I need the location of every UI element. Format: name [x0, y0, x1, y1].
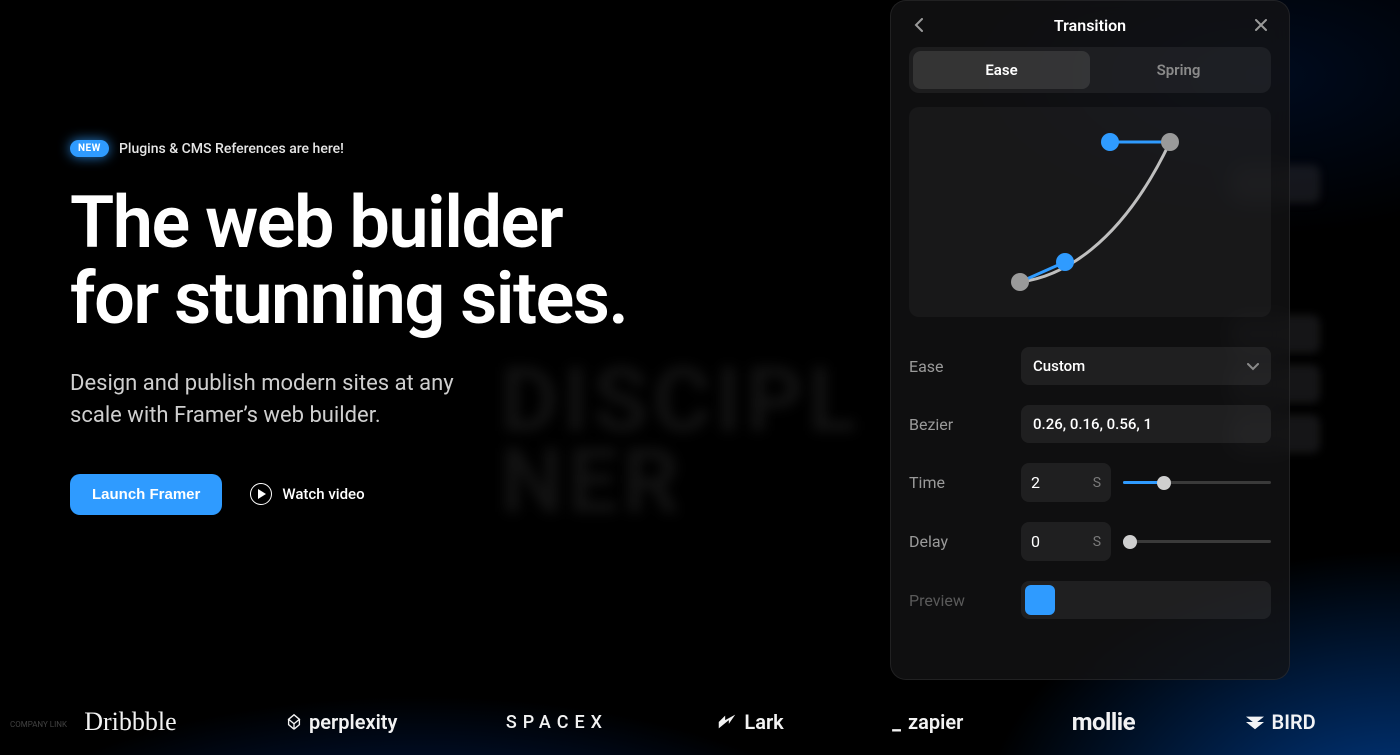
logo-bird: BIRD: [1244, 710, 1316, 734]
headline-line-1: The web builder: [70, 185, 830, 261]
perplexity-icon: [285, 713, 303, 731]
ease-label: Ease: [909, 357, 1009, 376]
logo-perplexity-text: perplexity: [309, 710, 397, 734]
launch-button[interactable]: Launch Framer: [70, 474, 222, 515]
back-icon[interactable]: [909, 15, 929, 35]
delay-unit: S: [1093, 534, 1101, 550]
logo-mollie: mollie: [1072, 708, 1135, 736]
delay-label: Delay: [909, 532, 1009, 551]
chevron-down-icon: [1247, 357, 1259, 375]
hero-section: NEW Plugins & CMS References are here! T…: [70, 140, 830, 515]
logo-perplexity: perplexity: [285, 710, 397, 734]
logo-lark-text: Lark: [744, 710, 783, 734]
logo-dribbble: Dribbble: [84, 707, 176, 737]
preview-chip: [1025, 585, 1055, 615]
ease-field-row: Ease Custom: [909, 337, 1271, 395]
hero-headline: The web builder for stunning sites.: [70, 185, 830, 336]
logo-lark: Lark: [716, 710, 783, 734]
watch-video-label: Watch video: [282, 485, 364, 503]
lark-icon: [716, 711, 738, 733]
time-field-row: Time 2 S: [909, 453, 1271, 512]
time-input[interactable]: 2 S: [1021, 463, 1111, 502]
new-badge: NEW: [70, 140, 109, 157]
bezier-input[interactable]: 0.26, 0.16, 0.56, 1: [1021, 405, 1271, 443]
watch-video-button[interactable]: Watch video: [250, 483, 364, 505]
delay-value: 0: [1031, 532, 1040, 551]
preview-box[interactable]: [1021, 581, 1271, 619]
logo-strip: Dribbble perplexity SPACEX Lark zapier m…: [0, 707, 1400, 737]
time-unit: S: [1093, 475, 1101, 491]
transition-panel: Transition Ease Spring Ease Cus: [890, 0, 1290, 680]
time-label: Time: [909, 473, 1009, 492]
bezier-field-row: Bezier 0.26, 0.16, 0.56, 1: [909, 395, 1271, 453]
logo-bird-text: BIRD: [1272, 710, 1316, 734]
delay-slider[interactable]: [1123, 532, 1271, 552]
tab-ease[interactable]: Ease: [913, 51, 1090, 89]
play-icon: [250, 483, 272, 505]
preview-label: Preview: [909, 591, 1009, 610]
bird-icon: [1244, 713, 1266, 731]
panel-title: Transition: [1054, 16, 1126, 35]
bezier-label: Bezier: [909, 415, 1009, 434]
logo-spacex: SPACEX: [506, 712, 608, 733]
ease-select-value: Custom: [1033, 357, 1085, 375]
logo-zapier: zapier: [892, 710, 963, 734]
transition-tabs: Ease Spring: [909, 47, 1271, 93]
preview-field-row: Preview: [909, 571, 1271, 629]
delay-field-row: Delay 0 S: [909, 512, 1271, 571]
hero-subhead: Design and publish modern sites at any s…: [70, 368, 510, 432]
headline-line-2: for stunning sites.: [70, 261, 830, 337]
tab-spring[interactable]: Spring: [1090, 51, 1267, 89]
time-value: 2: [1031, 473, 1040, 492]
delay-input[interactable]: 0 S: [1021, 522, 1111, 561]
time-slider[interactable]: [1123, 473, 1271, 493]
cta-row: Launch Framer Watch video: [70, 474, 830, 515]
close-icon[interactable]: [1251, 15, 1271, 35]
easing-curve-editor[interactable]: [909, 107, 1271, 317]
announcement-row[interactable]: NEW Plugins & CMS References are here!: [70, 140, 830, 157]
ease-select[interactable]: Custom: [1021, 347, 1271, 385]
panel-header: Transition: [909, 11, 1271, 47]
announcement-text: Plugins & CMS References are here!: [119, 141, 344, 157]
